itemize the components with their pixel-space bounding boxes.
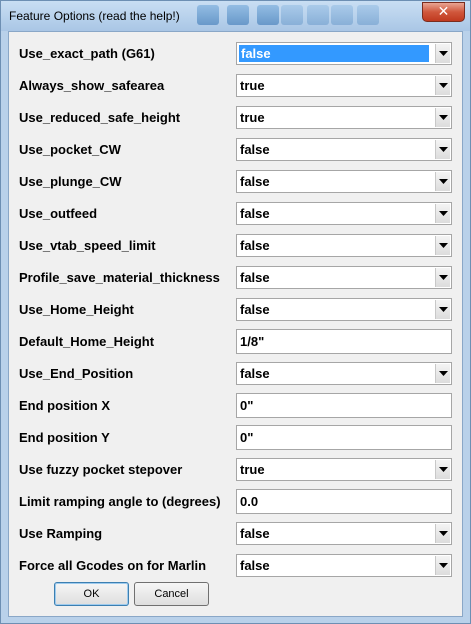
dropdown-arrow-icon[interactable] [435, 300, 450, 319]
option-value: 0.0 [240, 494, 259, 509]
option-dropdown[interactable]: false [236, 362, 452, 385]
option-row: Use_exact_path (G61) false [9, 38, 464, 70]
option-text-field[interactable]: 0" [236, 393, 452, 418]
option-label: Use fuzzy pocket stepover [19, 462, 183, 477]
option-label: Use Ramping [19, 526, 103, 541]
dropdown-arrow-icon[interactable] [435, 140, 450, 159]
option-text-field[interactable]: 0.0 [236, 489, 452, 514]
option-row: Use Ramping false [9, 518, 464, 550]
close-button[interactable]: ✕ [422, 2, 465, 22]
dropdown-arrow-icon[interactable] [435, 556, 450, 575]
option-value: false [240, 558, 270, 573]
dropdown-arrow-icon[interactable] [435, 268, 450, 287]
option-row: Force all Gcodes on for Marlin false [9, 550, 464, 582]
dropdown-arrow-icon[interactable] [435, 524, 450, 543]
background-app-icon [227, 5, 249, 25]
option-dropdown[interactable]: true [236, 458, 452, 481]
option-row: Use_End_Position false [9, 358, 464, 390]
option-value: false [240, 366, 270, 381]
option-label: Force all Gcodes on for Marlin [19, 558, 207, 573]
option-dropdown[interactable]: false [236, 298, 452, 321]
dropdown-arrow-icon[interactable] [435, 364, 450, 383]
option-dropdown[interactable]: false [236, 522, 452, 545]
option-dropdown[interactable]: false [236, 42, 452, 65]
option-label: Default_Home_Height [19, 334, 155, 349]
dropdown-arrow-icon[interactable] [435, 44, 450, 63]
option-value: false [240, 174, 270, 189]
option-dropdown[interactable]: false [236, 202, 452, 225]
option-row: Use_reduced_safe_height true [9, 102, 464, 134]
option-row: End position Y 0" [9, 422, 464, 454]
option-row: Use_plunge_CW false [9, 166, 464, 198]
option-value: false [240, 206, 270, 221]
option-row: Use_vtab_speed_limit false [9, 230, 464, 262]
option-row: Use_pocket_CW false [9, 134, 464, 166]
option-dropdown[interactable]: true [236, 74, 452, 97]
background-app-icon [257, 5, 279, 25]
dropdown-arrow-icon[interactable] [435, 172, 450, 191]
option-value: false [240, 270, 270, 285]
option-label: End position X [19, 398, 110, 413]
option-label: Use_vtab_speed_limit [19, 238, 156, 253]
close-icon: ✕ [437, 4, 450, 20]
option-dropdown[interactable]: false [236, 170, 452, 193]
option-dropdown[interactable]: false [236, 234, 452, 257]
option-value: true [240, 78, 265, 93]
option-dropdown[interactable]: true [236, 106, 452, 129]
option-label: Use_outfeed [19, 206, 98, 221]
option-value: 0" [240, 430, 254, 445]
cancel-button[interactable]: Cancel [134, 582, 209, 606]
option-dropdown[interactable]: false [236, 138, 452, 161]
dropdown-arrow-icon[interactable] [435, 236, 450, 255]
dropdown-arrow-icon[interactable] [435, 108, 450, 127]
option-row: Use fuzzy pocket stepover true [9, 454, 464, 486]
option-label: End position Y [19, 430, 110, 445]
option-label: Use_plunge_CW [19, 174, 122, 189]
option-label: Limit ramping angle to (degrees) [19, 494, 221, 509]
option-text-field[interactable]: 0" [236, 425, 452, 450]
option-label: Use_reduced_safe_height [19, 110, 181, 125]
option-value: false [240, 142, 270, 157]
option-label: Profile_save_material_thickness [19, 270, 220, 285]
option-label: Use_pocket_CW [19, 142, 121, 157]
option-dropdown[interactable]: false [236, 554, 452, 577]
background-app-icon [197, 5, 219, 25]
window-title: Feature Options (read the help!) [9, 9, 180, 23]
option-label: Use_End_Position [19, 366, 134, 381]
option-value: true [240, 462, 265, 477]
option-value: 1/8" [240, 334, 265, 349]
option-label: Use_exact_path (G61) [19, 46, 155, 61]
option-label: Always_show_safearea [19, 78, 165, 93]
background-app-icon [281, 5, 303, 25]
option-value: false [240, 302, 270, 317]
option-value: false [240, 526, 270, 541]
option-label: Use_Home_Height [19, 302, 134, 317]
title-bar[interactable]: Feature Options (read the help!) ✕ [1, 1, 470, 31]
option-dropdown[interactable]: false [236, 266, 452, 289]
option-value: 0" [240, 398, 254, 413]
dropdown-arrow-icon[interactable] [435, 204, 450, 223]
dropdown-arrow-icon[interactable] [435, 460, 450, 479]
background-app-icon [307, 5, 329, 25]
option-row: Use_outfeed false [9, 198, 464, 230]
option-value: false [240, 238, 270, 253]
option-row: Limit ramping angle to (degrees) 0.0 [9, 486, 464, 518]
option-row: Default_Home_Height 1/8" [9, 326, 464, 358]
option-row: Always_show_safearea true [9, 70, 464, 102]
options-panel: Use_exact_path (G61) false Always_show_saf… [8, 31, 463, 617]
dropdown-arrow-icon[interactable] [435, 76, 450, 95]
ok-button[interactable]: OK [54, 582, 129, 606]
option-text-field[interactable]: 1/8" [236, 329, 452, 354]
option-value: false [239, 45, 429, 62]
option-row: Profile_save_material_thickness false [9, 262, 464, 294]
feature-options-window: Feature Options (read the help!) ✕ Use_e… [0, 0, 471, 624]
background-app-icon [331, 5, 353, 25]
background-app-icon [357, 5, 379, 25]
option-row: Use_Home_Height false [9, 294, 464, 326]
option-value: true [240, 110, 265, 125]
option-row: End position X 0" [9, 390, 464, 422]
